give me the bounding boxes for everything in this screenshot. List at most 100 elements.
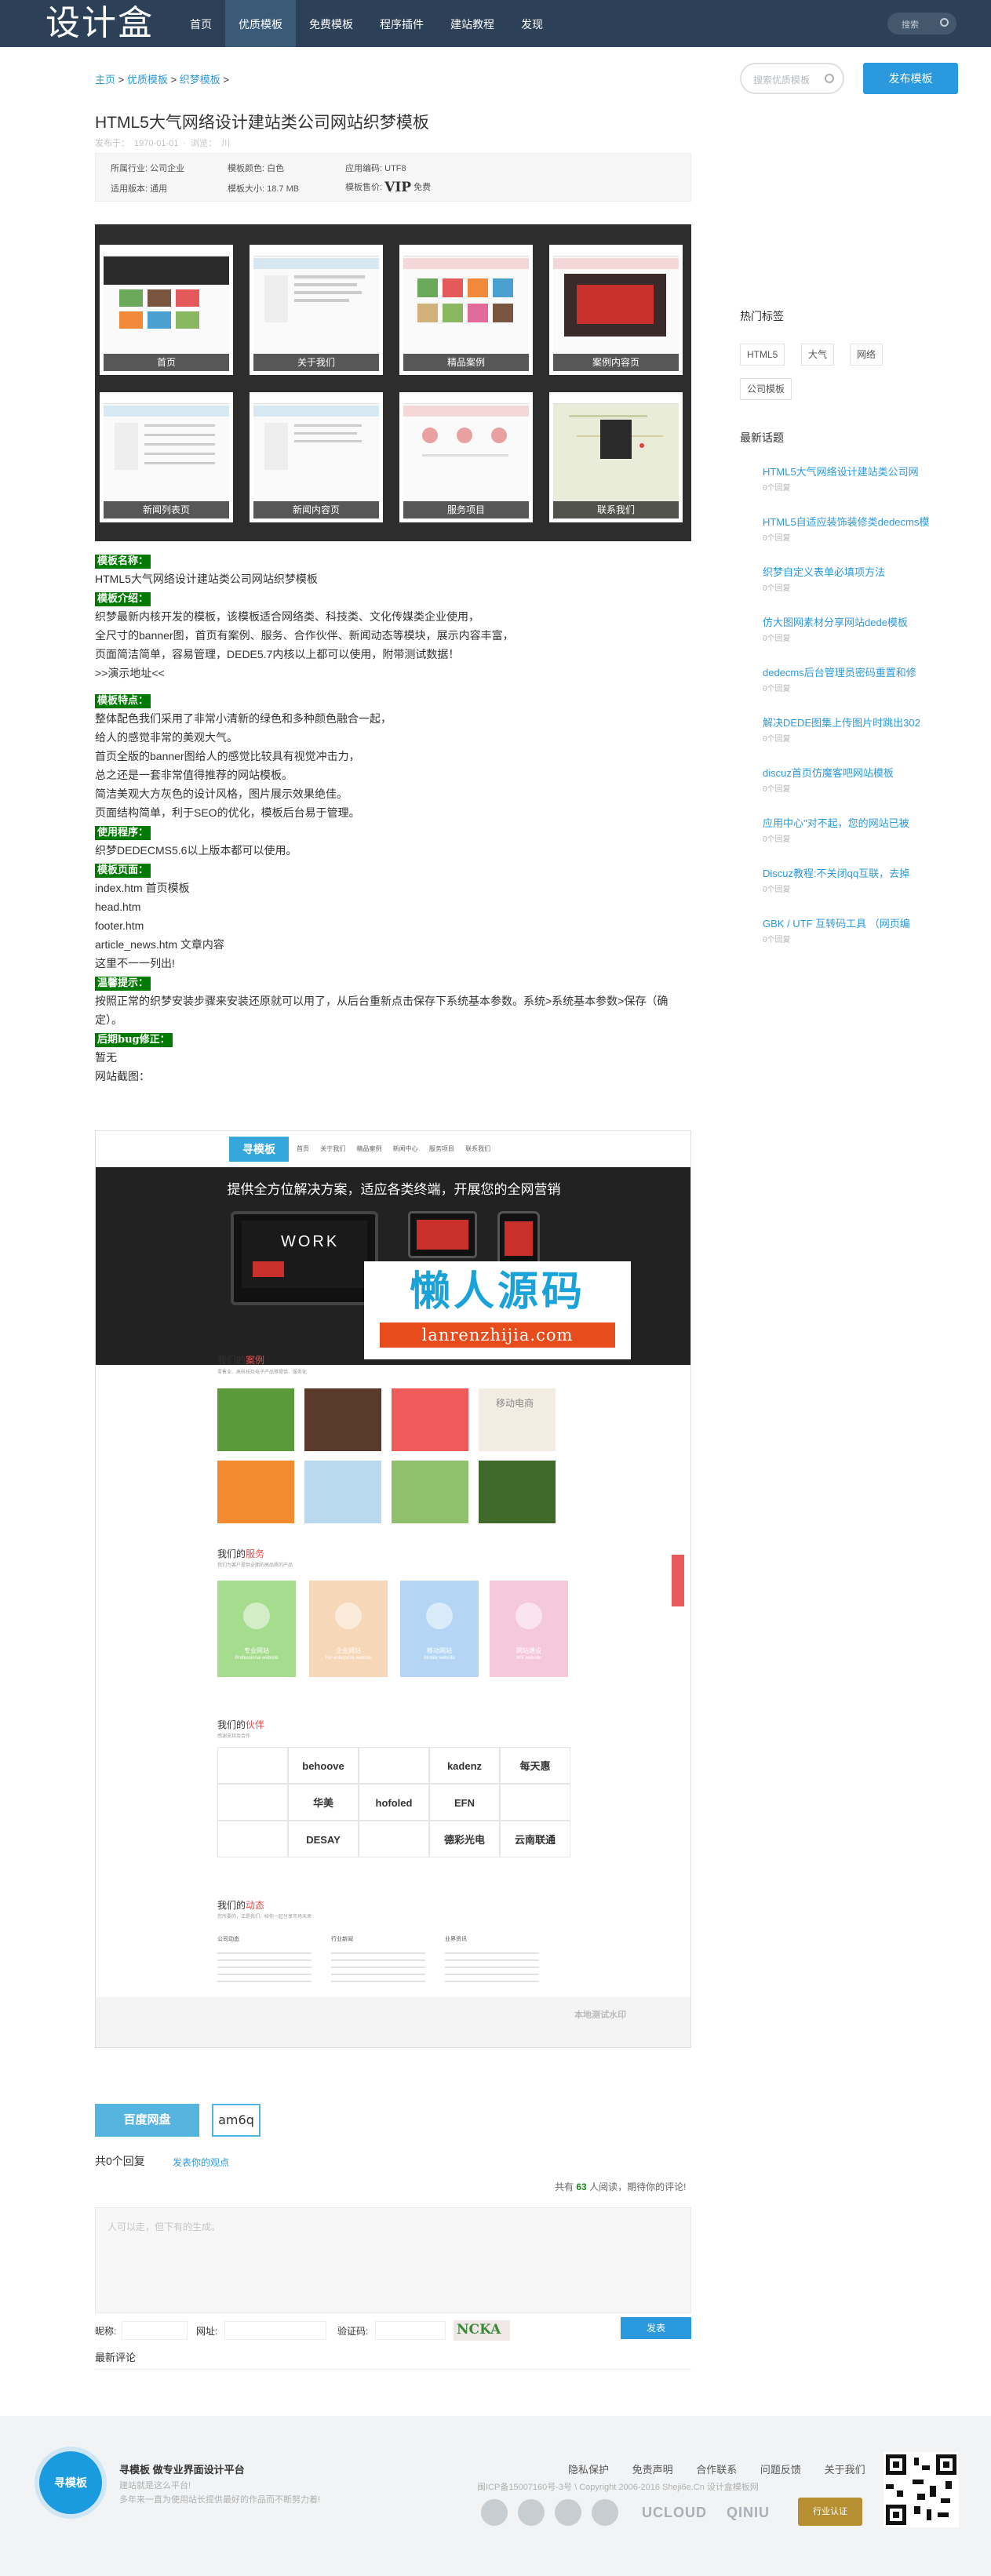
comment-textarea[interactable]: 人可以走，但下有的生成。 — [95, 2207, 691, 2313]
topic-title[interactable]: Discuz教程:不关闭qq互联，去掉 — [763, 865, 959, 880]
feature-line: 给人的感觉非常的美观大气。 — [95, 731, 238, 744]
topic-item[interactable]: discuz首页仿魔客吧网站模板 0个回复 — [763, 765, 959, 794]
gallery-thumbnail — [553, 396, 679, 518]
nav-item-free[interactable]: 免费模板 — [296, 0, 366, 47]
qiniu-logo: QINIU — [727, 2505, 771, 2520]
nav-item-tutorials[interactable]: 建站教程 — [437, 0, 508, 47]
captcha-input[interactable] — [375, 2321, 446, 2340]
shot-partners-subtitle: 感谢支持及合作 — [217, 1734, 251, 1739]
tag-daqi[interactable]: 大气 — [801, 344, 835, 366]
footer-link-privacy[interactable]: 隐私保护 — [568, 2464, 609, 2476]
page-file: footer.htm — [95, 919, 144, 932]
ucloud-logo: UCLOUD — [642, 2505, 707, 2520]
tag-html5[interactable]: HTML5 — [740, 344, 785, 366]
nav-item-discover[interactable]: 发现 — [508, 0, 556, 47]
attr-encoding: 应用编码: UTF8 — [345, 162, 406, 174]
breadcrumb-home[interactable]: 主页 — [95, 74, 115, 86]
gallery-card[interactable]: 关于我们 — [250, 245, 383, 375]
topic-title[interactable]: HTML5大气网络设计建站类公司网 — [763, 464, 959, 478]
gallery-card[interactable]: 新闻内容页 — [250, 392, 383, 522]
footer-link-contact[interactable]: 合作联系 — [696, 2464, 737, 2476]
intro-line: 全尺寸的banner图，首页有案例、服务、合作伙伴、新闻动态等模块，展示内容丰富… — [95, 629, 514, 642]
footer-copyright: 闽ICP备15007160号-3号 \ Copyright 2006-2016 … — [477, 2483, 759, 2492]
topic-item[interactable]: dedecms后台管理员密码重置和修 0个回复 — [763, 664, 959, 693]
screenshot-label: 网站截图： — [95, 1070, 150, 1082]
topic-item[interactable]: HTML5大气网络设计建站类公司网 0个回复 — [763, 464, 959, 493]
watermark: 懒人源码 lanrenzhijia.com — [364, 1261, 631, 1359]
topic-item[interactable]: HTML5自适应装饰装修类dedecms模 0个回复 — [763, 514, 959, 543]
template-search-input[interactable]: 搜索优质模板 — [740, 63, 844, 94]
attr-value: 白色 — [267, 164, 285, 173]
header-search-input[interactable]: 搜索 — [887, 13, 956, 35]
topic-title[interactable]: 应用中心"对不起，您的网站已被 — [763, 815, 959, 830]
partner-logo — [217, 1747, 288, 1784]
gallery-card[interactable]: 服务项目 — [399, 392, 533, 522]
topic-title[interactable]: 解决DEDE图集上传图片时跳出302 — [763, 715, 959, 730]
submit-comment-button[interactable]: 发表 — [621, 2317, 691, 2339]
breadcrumb-premium[interactable]: 优质模板 — [127, 74, 168, 86]
topic-count: 0个回复 — [763, 484, 791, 493]
post-comment-link[interactable]: 发表你的观点 — [173, 2156, 229, 2169]
footer-links: 隐私保护 免责声明 合作联系 问题反馈 关于我们 — [568, 2461, 865, 2476]
share-icon[interactable] — [592, 2499, 618, 2526]
qq-icon[interactable] — [555, 2499, 581, 2526]
topic-item[interactable]: GBK / UTF 互转码工具 （网页编 0个回复 — [763, 915, 959, 944]
footer-link-disclaimer[interactable]: 免责声明 — [632, 2464, 673, 2476]
topic-item[interactable]: 应用中心"对不起，您的网站已被 0个回复 — [763, 815, 959, 844]
shot-side-float — [672, 1555, 684, 1606]
weibo-icon[interactable] — [481, 2499, 508, 2526]
topic-title[interactable]: dedecms后台管理员密码重置和修 — [763, 664, 959, 679]
topic-item[interactable]: Discuz教程:不关闭qq互联，去掉 0个回复 — [763, 865, 959, 894]
shot-news-title: 我们的动态 — [217, 1898, 264, 1912]
publish-template-button[interactable]: 发布模板 — [863, 63, 958, 94]
news-list — [331, 1947, 425, 1986]
stat-text: 共有 — [555, 2181, 574, 2192]
topic-item[interactable]: 仿大图网素材分享网站dede模板 0个回复 — [763, 614, 959, 643]
page-file: article_news.htm 文章内容 — [95, 938, 224, 951]
hero-word: WORK — [281, 1233, 340, 1250]
topic-title[interactable]: discuz首页仿魔客吧网站模板 — [763, 765, 959, 780]
topic-title[interactable]: GBK / UTF 互转码工具 （网页编 — [763, 915, 959, 930]
extraction-code[interactable]: am6q — [212, 2104, 261, 2137]
label-bugfix: 后期bug修正： — [95, 1033, 173, 1047]
nickname-input[interactable] — [122, 2321, 188, 2340]
baidu-pan-download-button[interactable]: 百度网盘 — [95, 2104, 199, 2137]
tag-company[interactable]: 公司模板 — [740, 378, 792, 400]
tablet-mockup — [408, 1211, 477, 1258]
label-features: 模板特点： — [95, 694, 151, 708]
footer-logo: 寻模板 — [39, 2451, 102, 2514]
url-input[interactable] — [224, 2321, 326, 2340]
search-icon[interactable] — [825, 74, 834, 83]
topic-title[interactable]: HTML5自适应装饰装修类dedecms模 — [763, 514, 959, 529]
case-tile — [217, 1461, 294, 1523]
topic-item[interactable]: 织梦自定义表单必填项方法 0个回复 — [763, 564, 959, 593]
gallery-card[interactable]: 精品案例 — [399, 245, 533, 375]
topic-title[interactable]: 仿大图网素材分享网站dede模板 — [763, 614, 959, 629]
footer-link-about[interactable]: 关于我们 — [825, 2464, 865, 2476]
demo-link[interactable]: >>演示地址<< — [95, 664, 691, 682]
site-logo[interactable]: 设计盒 — [46, 5, 154, 42]
gallery-card[interactable]: 联系我们 — [549, 392, 683, 522]
tag-network[interactable]: 网络 — [850, 344, 884, 366]
certification-badge[interactable]: 行业认证 — [798, 2498, 862, 2526]
search-icon[interactable] — [940, 18, 949, 27]
shot-nav: 首页 关于我们 精品案例 新闻中心 服务项目 联系我们 — [297, 1145, 491, 1152]
template-name: HTML5大气网络设计建站类公司网站织梦模板 — [95, 573, 318, 585]
gallery-card[interactable]: 案例内容页 — [549, 245, 683, 375]
wechat-icon[interactable] — [518, 2499, 545, 2526]
gallery-card[interactable]: 首页 — [100, 245, 233, 375]
footer-link-feedback[interactable]: 问题反馈 — [760, 2464, 801, 2476]
service-en: Mobile website — [424, 1656, 455, 1661]
nav-item-plugins[interactable]: 程序插件 — [366, 0, 437, 47]
gallery-card[interactable]: 新闻列表页 — [100, 392, 233, 522]
topic-title[interactable]: 织梦自定义表单必填项方法 — [763, 564, 959, 579]
website-screenshot: 寻模板 首页 关于我们 精品案例 新闻中心 服务项目 联系我们 提供全方位解决方… — [95, 1130, 691, 2048]
nav-item-premium[interactable]: 优质模板 — [225, 0, 296, 47]
case-tile — [392, 1461, 468, 1523]
topic-item[interactable]: 解决DEDE图集上传图片时跳出302 0个回复 — [763, 715, 959, 744]
nav-item-home[interactable]: 首页 — [177, 0, 225, 47]
shot-cases-subtitle: 零售业、高科技及电子产品等提供、服务化 — [217, 1370, 308, 1375]
breadcrumb-dede[interactable]: 织梦模板 — [180, 74, 220, 86]
shot-logo: 寻模板 — [229, 1137, 289, 1162]
captcha-image[interactable]: NCKA — [454, 2320, 510, 2341]
